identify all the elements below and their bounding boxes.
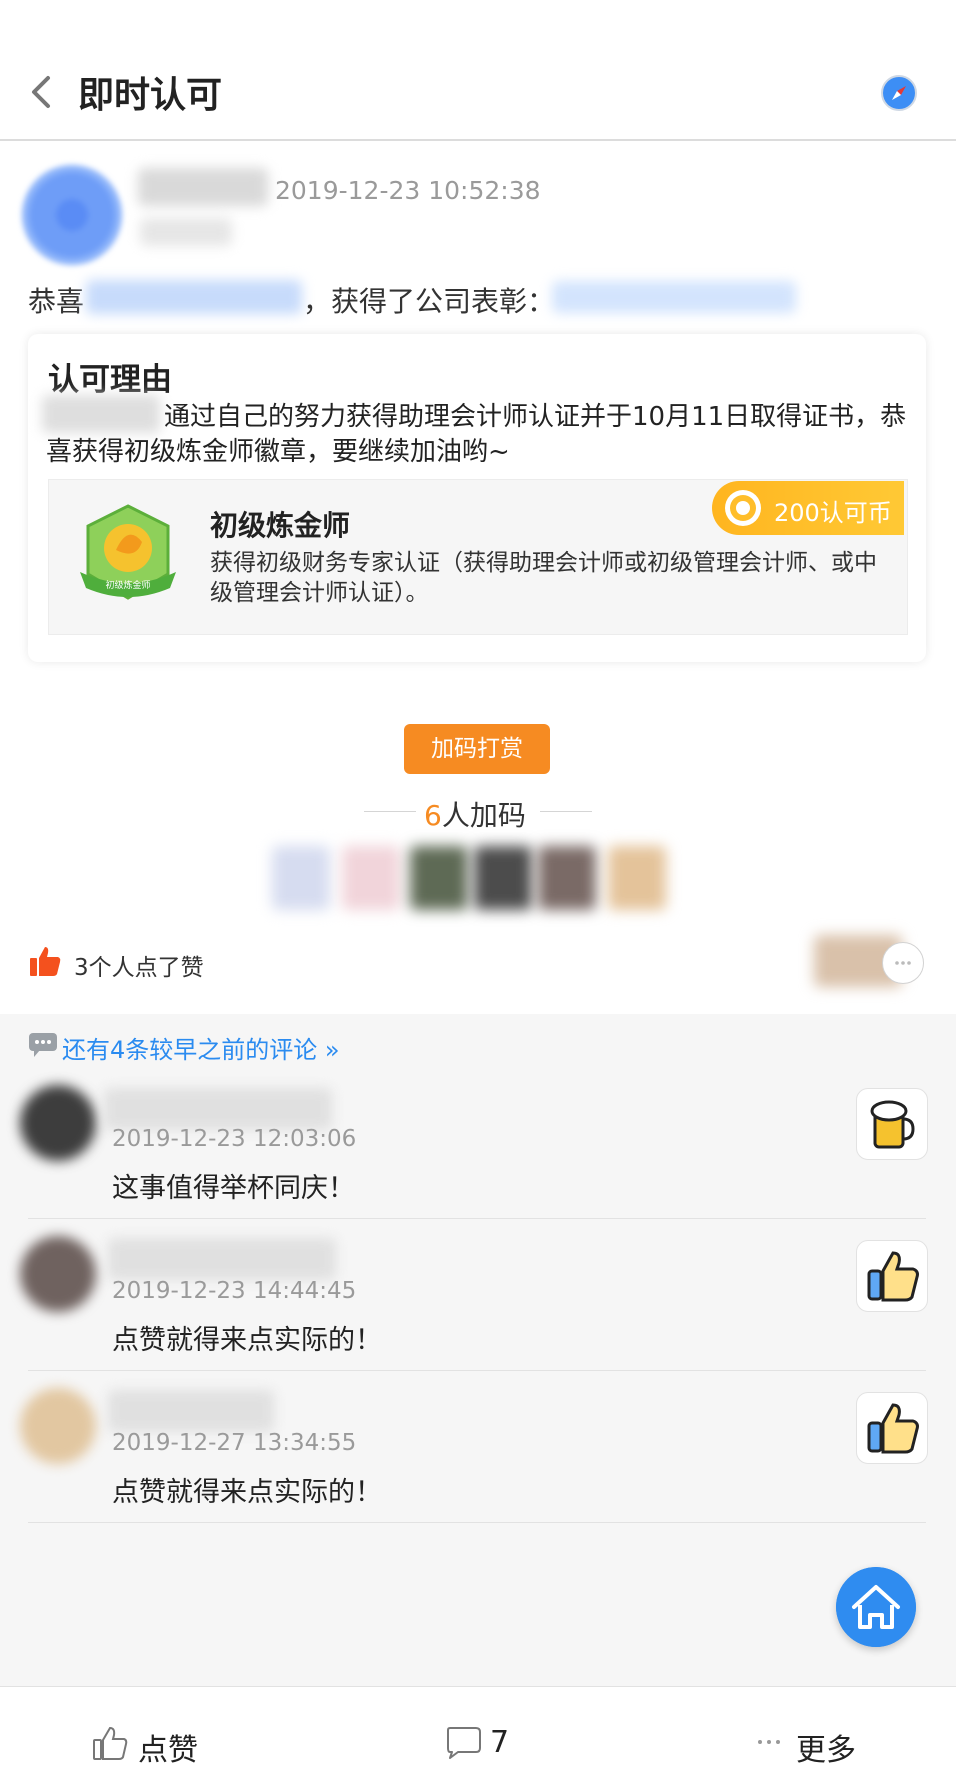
commenter-avatar[interactable] xyxy=(20,1236,96,1312)
thumbs-up-icon xyxy=(856,1240,928,1312)
reward-count: 6人加码 xyxy=(424,794,526,834)
reward-user-avatar[interactable] xyxy=(474,846,532,910)
back-arrow-icon[interactable] xyxy=(28,72,58,112)
more-likers-icon[interactable] xyxy=(882,942,924,984)
commenter-name-redacted xyxy=(104,1088,332,1130)
comment-text: 点赞就得来点实际的！ xyxy=(112,1477,382,1508)
author-avatar[interactable] xyxy=(22,165,122,265)
beer-icon xyxy=(856,1088,928,1160)
thumbs-up-icon xyxy=(856,1392,928,1464)
earlier-comments-link[interactable]: 还有4条较早之前的评论 » xyxy=(62,1030,340,1065)
comment-divider xyxy=(28,1522,926,1523)
reward-count-suffix: 人加码 xyxy=(441,799,526,832)
comment-timestamp: 2019-12-27 13:34:55 xyxy=(112,1430,357,1456)
compass-icon[interactable] xyxy=(880,74,918,112)
reason-text: 通过自己的努力获得助理会计师认证并于10月11日取得证书，恭喜获得初级炼金师徽章… xyxy=(46,402,907,467)
thumbs-up-icon xyxy=(30,947,61,976)
like-button-label[interactable]: 点赞 xyxy=(138,1725,198,1769)
home-icon[interactable] xyxy=(836,1567,916,1647)
reason-title: 认可理由 xyxy=(48,362,172,398)
badge-name: 初级炼金师 xyxy=(210,509,351,542)
reward-user-avatar[interactable] xyxy=(272,846,330,910)
commenter-name-redacted xyxy=(108,1390,274,1432)
congrats-prefix: 恭喜 xyxy=(28,285,85,318)
reward-user-avatar[interactable] xyxy=(608,846,666,910)
reward-count-number: 6 xyxy=(424,799,442,832)
commenter-avatar[interactable] xyxy=(20,1085,96,1161)
author-name-redacted xyxy=(138,168,268,206)
add-reward-button[interactable]: 加码打赏 xyxy=(404,724,550,774)
post-timestamp: 2019-12-23 10:52:38 xyxy=(275,176,541,205)
author-department-redacted xyxy=(140,218,232,246)
reward-user-avatar[interactable] xyxy=(410,846,468,910)
page-title: 即时认可 xyxy=(78,75,223,116)
comment-timestamp: 2019-12-23 12:03:06 xyxy=(112,1126,357,1152)
coin-icon xyxy=(725,490,761,526)
reward-user-avatar[interactable] xyxy=(342,846,400,910)
coin-amount: 200认可币 xyxy=(774,499,892,527)
comment-bubble-icon xyxy=(29,1033,57,1057)
reward-user-avatar[interactable] xyxy=(538,846,596,910)
comment-text: 这事值得举杯同庆！ xyxy=(112,1173,355,1204)
comment-text: 点赞就得来点实际的！ xyxy=(112,1325,382,1356)
comment-outline-icon[interactable] xyxy=(444,1726,482,1760)
alchemist-badge-icon: 初级炼金师 xyxy=(80,504,176,600)
commenter-avatar[interactable] xyxy=(20,1388,96,1464)
congrats-suffix: ，获得了公司表彰： xyxy=(303,285,556,318)
more-dots-icon[interactable] xyxy=(756,1736,782,1748)
likes-summary[interactable]: 3个人点了赞 xyxy=(74,948,204,982)
like-outline-icon[interactable] xyxy=(92,1725,128,1761)
recipient-link-redacted[interactable] xyxy=(86,280,302,314)
more-button-label[interactable]: 更多 xyxy=(796,1725,856,1769)
commenter-name-redacted xyxy=(108,1238,336,1280)
badge-description: 获得初级财务专家认证（获得助理会计师或初级管理会计师、或中级管理会计师认证）。 xyxy=(210,550,877,606)
comment-timestamp: 2019-12-23 14:44:45 xyxy=(112,1278,357,1304)
comment-divider xyxy=(28,1370,926,1371)
award-link-redacted[interactable] xyxy=(552,281,796,313)
badge-banner-label: 初级炼金师 xyxy=(105,579,150,591)
divider-line xyxy=(364,811,416,812)
comment-divider xyxy=(28,1218,926,1219)
divider-line xyxy=(540,811,592,812)
comment-count[interactable]: 7 xyxy=(490,1725,509,1760)
